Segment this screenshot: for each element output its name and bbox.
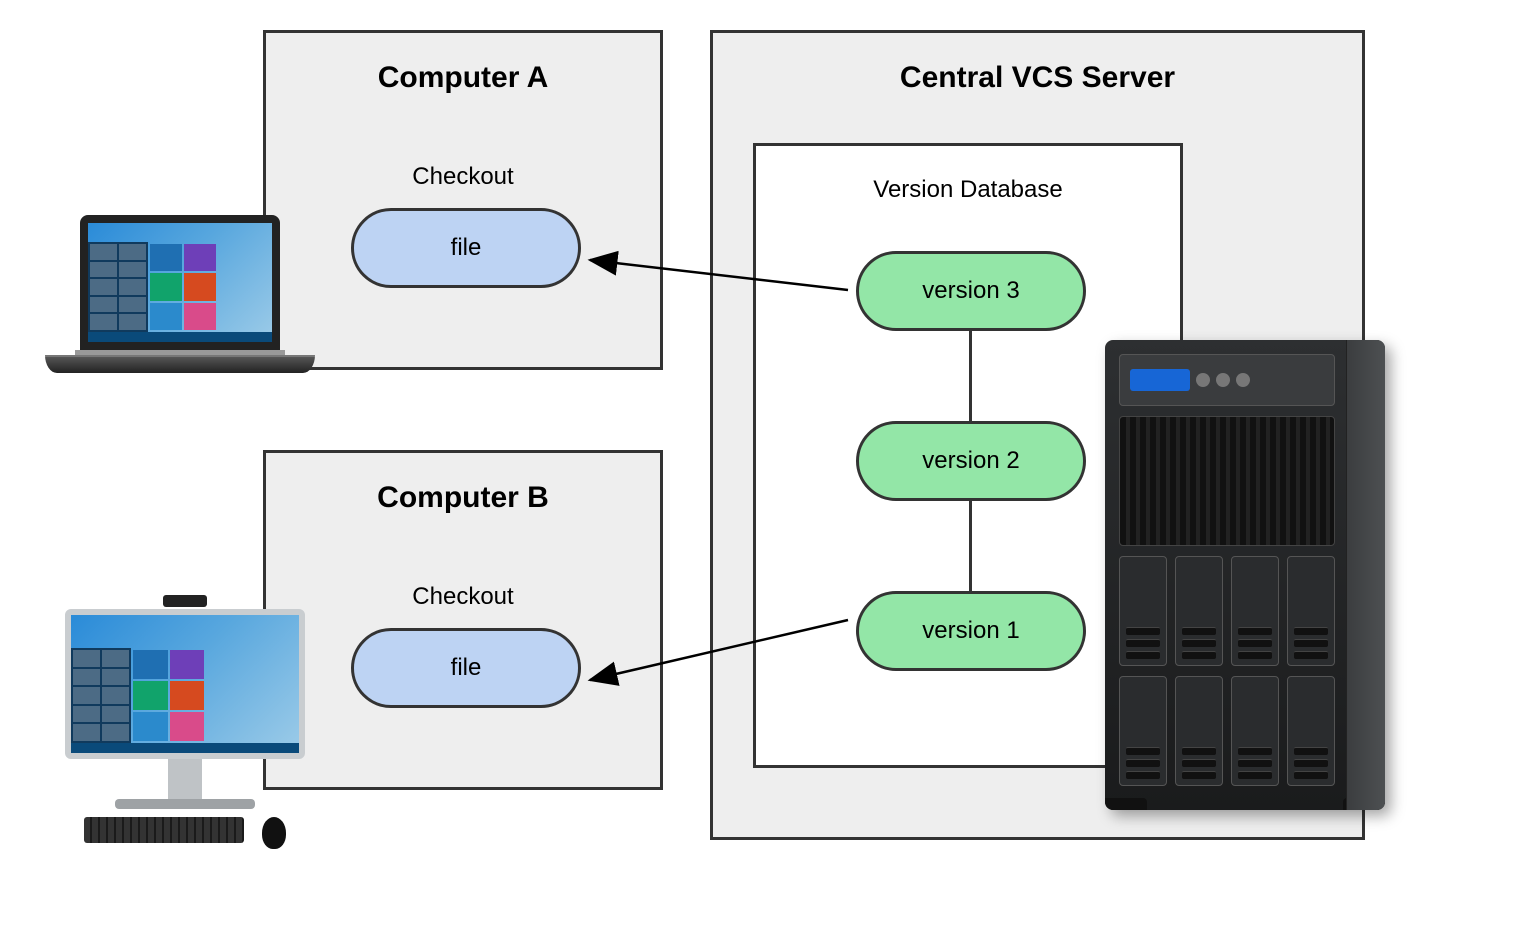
computer-a-file-text: file bbox=[451, 234, 482, 262]
computer-b-title: Computer B bbox=[266, 481, 660, 515]
connector-v3-v2 bbox=[969, 331, 972, 421]
laptop-icon bbox=[45, 215, 315, 373]
connector-v2-v1 bbox=[969, 501, 972, 591]
version-3-text: version 3 bbox=[922, 277, 1019, 305]
version-2-pill: version 2 bbox=[856, 421, 1086, 501]
computer-a-file-pill: file bbox=[351, 208, 581, 288]
computer-b-file-text: file bbox=[451, 654, 482, 682]
computer-b-checkout-label: Checkout bbox=[266, 583, 660, 611]
version-2-text: version 2 bbox=[922, 447, 1019, 475]
version-database-label: Version Database bbox=[756, 176, 1180, 204]
computer-b-file-pill: file bbox=[351, 628, 581, 708]
desktop-icon bbox=[55, 595, 315, 849]
version-3-pill: version 3 bbox=[856, 251, 1086, 331]
server-title: Central VCS Server bbox=[713, 61, 1362, 95]
computer-a-title: Computer A bbox=[266, 61, 660, 95]
computer-a-panel: Computer A Checkout file bbox=[263, 30, 663, 370]
version-1-pill: version 1 bbox=[856, 591, 1086, 671]
computer-a-checkout-label: Checkout bbox=[266, 163, 660, 191]
server-tower-icon bbox=[1105, 340, 1385, 810]
computer-b-panel: Computer B Checkout file bbox=[263, 450, 663, 790]
version-1-text: version 1 bbox=[922, 617, 1019, 645]
